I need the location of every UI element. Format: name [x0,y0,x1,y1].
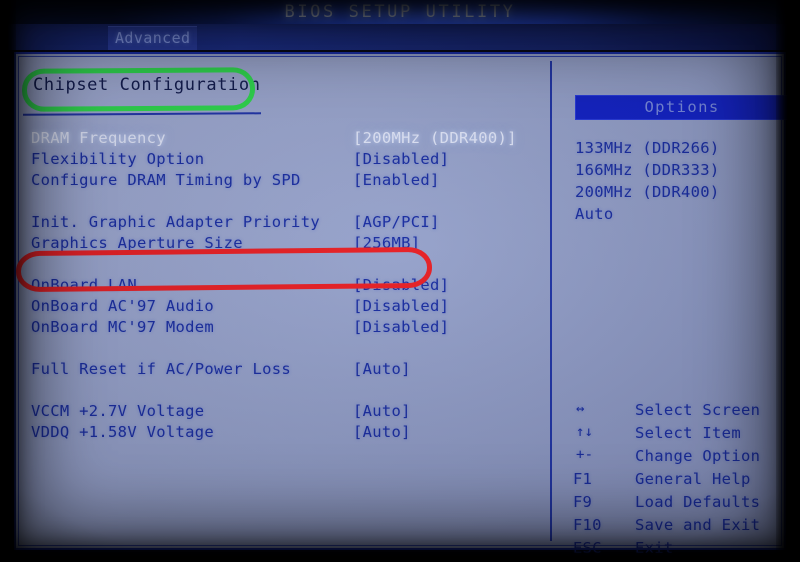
setting-row[interactable]: OnBoard LAN [Disabled] [31,276,543,297]
setting-row[interactable]: Init. Graphic Adapter Priority [AGP/PCI] [31,213,543,234]
page-title: BIOS SETUP UTILITY [284,2,516,22]
key-legend: ↔ Select Screen ↑↓ Select Item +- Change Opti… [573,401,800,562]
setting-label: OnBoard AC'97 Audio [31,297,215,315]
setting-value[interactable]: [Auto] [353,360,411,378]
setting-label: Flexibility Option [31,150,205,168]
setting-value[interactable]: [Enabled] [353,171,440,189]
setting-label: VCCM +2.7V Voltage [31,402,205,420]
settings-spacer [31,255,543,276]
option-item[interactable]: 133MHz (DDR266) [575,139,800,161]
setting-row[interactable]: OnBoard AC'97 Audio [Disabled] [31,297,543,318]
setting-value[interactable]: [AGP/PCI] [353,213,440,231]
key-description: Change Option [635,447,761,465]
setting-row[interactable]: Full Reset if AC/Power Loss [Auto] [31,360,543,381]
key-legend-row: ESC Exit [573,539,800,562]
setting-value[interactable]: [Disabled] [353,150,449,168]
setting-value[interactable]: [Auto] [353,402,411,420]
option-item[interactable]: 200MHz (DDR400) [575,183,800,205]
options-pane: Options 133MHz (DDR266) 166MHz (DDR333) 20… [559,61,789,557]
setting-label: Configure DRAM Timing by SPD [31,171,301,189]
key-name: F10 [573,516,602,534]
setting-label: VDDQ +1.58V Voltage [31,423,215,441]
setting-value[interactable]: [256MB] [353,234,420,252]
section-title: Chipset Configuration [33,75,261,95]
main-panel: Chipset Configuration DRAM Frequency [200… [14,52,789,557]
setting-label: Graphics Aperture Size [31,234,243,252]
key-legend-row: ↔ Select Screen [573,401,800,424]
key-symbol-icon: +- [576,447,594,463]
options-header-label: Options [644,98,720,116]
main-panel-inner: Chipset Configuration DRAM Frequency [200… [18,56,789,557]
settings-spacer [31,381,543,402]
key-symbol-icon: ↔ [576,401,585,417]
key-description: Save and Exit [635,516,761,534]
setting-row[interactable]: VDDQ +1.58V Voltage [Auto] [31,423,543,444]
key-symbol-icon: ↑↓ [576,424,594,440]
key-legend-row: F10 Save and Exit [573,516,800,539]
key-legend-row: ↑↓ Select Item [573,424,800,447]
setting-row[interactable]: VCCM +2.7V Voltage [Auto] [31,402,543,423]
key-description: Load Defaults [635,493,761,511]
key-legend-row: F9 Load Defaults [573,493,800,516]
options-header: Options [575,95,789,120]
key-legend-row: F1 General Help [573,470,800,493]
setting-row[interactable]: DRAM Frequency [200MHz (DDR400)] [31,129,543,150]
settings-spacer [31,192,543,213]
option-item[interactable]: 166MHz (DDR333) [575,161,800,183]
key-description: Select Item [635,424,741,442]
key-description: Select Screen [635,401,761,419]
options-value-list: 133MHz (DDR266) 166MHz (DDR333) 200MHz (DD… [575,139,800,227]
setting-row[interactable]: Flexibility Option [Disabled] [31,150,543,171]
settings-spacer [31,339,543,360]
setting-value[interactable]: [200MHz (DDR400)] [353,129,517,147]
title-bar: BIOS SETUP UTILITY [0,0,800,26]
setting-value[interactable]: [Disabled] [353,318,449,336]
setting-label: OnBoard LAN [31,276,137,294]
setting-row[interactable]: Graphics Aperture Size [256MB] [31,234,543,255]
setting-label: DRAM Frequency [31,129,166,147]
setting-row[interactable]: Configure DRAM Timing by SPD [Enabled] [31,171,543,192]
key-name: F1 [573,470,593,488]
option-item[interactable]: Auto [575,205,800,227]
section-divider-rule [22,112,262,116]
key-description: Exit [635,539,674,557]
setting-row[interactable]: OnBoard MC'97 Modem [Disabled] [31,318,543,339]
key-name: ESC [573,539,602,557]
setting-label: Init. Graphic Adapter Priority [31,213,320,231]
setting-value[interactable]: [Disabled] [353,297,449,315]
tab-advanced[interactable]: Advanced [108,26,198,50]
setting-value[interactable]: [Disabled] [353,276,449,294]
key-legend-row: +- Change Option [573,447,800,470]
setting-value[interactable]: [Auto] [353,423,411,441]
key-name: F9 [573,493,593,511]
setting-label: OnBoard MC'97 Modem [31,318,215,336]
setting-label: Full Reset if AC/Power Loss [31,360,292,378]
settings-list: DRAM Frequency [200MHz (DDR400)] Flexibili… [31,129,543,444]
key-description: General Help [635,470,751,488]
bios-setup-screen: BIOS SETUP UTILITY Advanced Chipset Conf… [0,0,800,562]
panel-divider [550,61,552,541]
